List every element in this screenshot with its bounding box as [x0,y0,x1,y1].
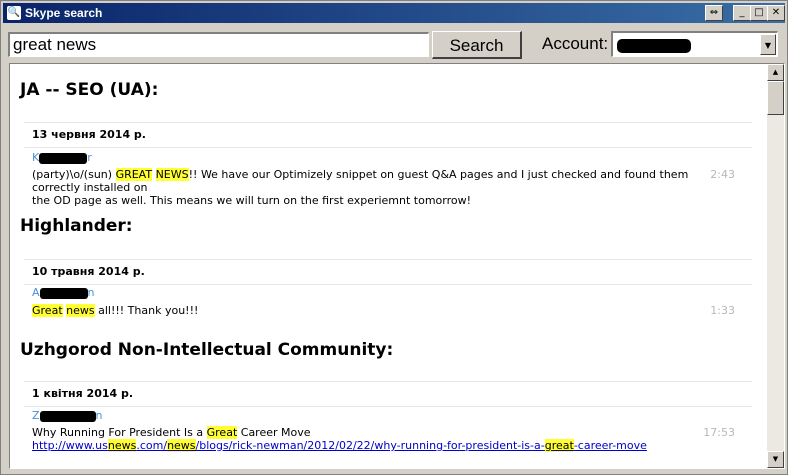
close-button[interactable]: ✕ [767,5,785,21]
scroll-thumb[interactable] [767,81,784,115]
message-text: (party)\o/(sun) GREAT NEWS!! We have our… [32,168,689,207]
search-button[interactable]: Search [432,31,522,59]
message-link[interactable]: http://www.usnews.com/news/blogs/rick-ne… [32,439,647,452]
title-bar: 🔍 Skype search ⇔ _ □ ✕ [3,3,785,23]
search-results-pane: JA -- SEO (UA): 13 червня 2014 р. Kr (pa… [9,63,785,469]
message-time: 17:53 [703,426,735,439]
resize-horizontal-button[interactable]: ⇔ [705,5,723,21]
message-sender[interactable]: An [32,286,95,299]
conversation-title: JA -- SEO (UA): [20,80,159,100]
conversation-title: Highlander: [20,216,133,236]
chevron-down-icon[interactable]: ▼ [760,34,776,55]
date-text: 1 квітня 2014 р. [32,387,134,400]
date-header: 10 травня 2014 р. [24,259,752,285]
date-header: 1 квітня 2014 р. [24,381,752,407]
date-header: 13 червня 2014 р. [24,122,752,148]
message-sender[interactable]: Kr [32,151,92,164]
skype-search-app-icon: 🔍 [7,6,21,20]
skype-search-window: 🔍 Skype search ⇔ _ □ ✕ Search Account: ▼… [0,0,788,475]
search-toolbar: Search Account: ▼ [1,25,787,63]
account-label: Account: [542,34,609,53]
search-input[interactable] [8,32,429,57]
message-sender[interactable]: Zn [32,409,103,422]
account-redacted-value [617,39,691,53]
date-text: 13 червня 2014 р. [32,128,146,141]
message-time: 1:33 [710,304,735,317]
scroll-up-icon[interactable]: ▲ [767,64,784,81]
message-text: Great news all!!! Thank you!!! [32,304,199,317]
results-content: JA -- SEO (UA): 13 червня 2014 р. Kr (pa… [10,64,765,468]
vertical-scrollbar[interactable]: ▲ ▼ [767,64,784,468]
conversation-title: Uzhgorod Non-Intellectual Community: [20,340,394,360]
message-time: 2:43 [710,168,735,181]
account-select[interactable]: ▼ [611,31,778,57]
scroll-down-icon[interactable]: ▼ [767,451,784,468]
maximize-button[interactable]: □ [750,5,768,21]
window-title: Skype search [25,6,103,20]
minimize-button[interactable]: _ [733,5,751,21]
date-text: 10 травня 2014 р. [32,265,145,278]
message-text: Why Running For President Is a Great Car… [32,426,647,452]
